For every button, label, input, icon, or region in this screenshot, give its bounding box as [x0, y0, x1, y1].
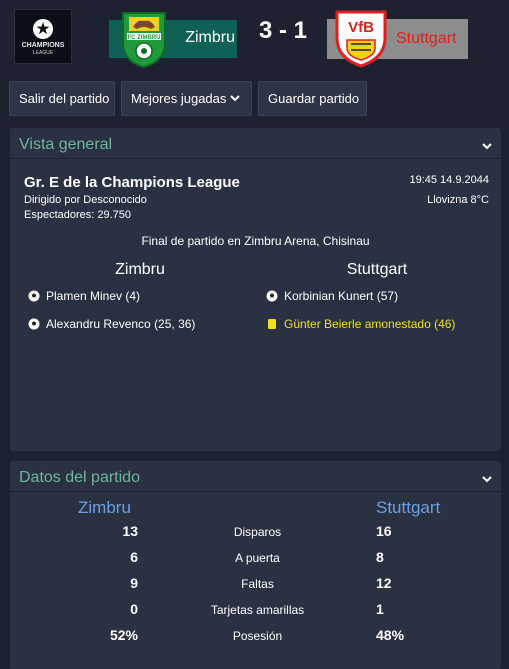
stat-label: Faltas [241, 577, 274, 591]
stat-home-value: 0 [130, 601, 138, 617]
stat-away-value: 1 [376, 601, 384, 617]
stats-title: Datos del partido [19, 469, 140, 486]
match-score: 3 - 1 [258, 17, 308, 44]
exit-match-label: Salir del partido [19, 91, 110, 106]
stat-away-value: 48% [376, 627, 405, 643]
goal-event: Alexandru Revenco (25, 36) [28, 312, 246, 336]
football-icon [28, 318, 40, 330]
competition-logo-subtext: LEAGUE [32, 49, 54, 56]
stuttgart-crest-icon: VfB [335, 10, 387, 68]
competition-logo-text: CHAMPIONS [21, 41, 65, 49]
stat-home-value: 6 [130, 549, 138, 565]
overview-away-team: Stuttgart [346, 261, 408, 278]
starball-icon [33, 18, 53, 39]
highlights-label: Mejores jugadas [131, 91, 227, 106]
collapse-stats-icon[interactable] [481, 473, 493, 485]
stat-label: A puerta [235, 551, 280, 565]
highlights-dropdown[interactable]: Mejores jugadas [121, 81, 252, 116]
stat-row: 52% Posesión 48% [10, 624, 501, 650]
chevron-down-icon [230, 95, 240, 102]
referee-text: Dirigido por Desconocido [24, 194, 147, 206]
stat-row: 13 Disparos 16 [10, 520, 501, 546]
home-crest-text: FC ZIMBRU [128, 35, 161, 41]
away-crest-text: VfB [348, 19, 374, 36]
stat-away-value: 8 [376, 549, 384, 565]
booking-event: Günter Beierle amonestado (46) [266, 312, 488, 336]
competition-stage-title: Gr. E de la Champions League [24, 174, 240, 191]
goal-event: Plamen Minev (4) [28, 284, 246, 308]
weather-text: Llovizna 8°C [427, 194, 489, 206]
stats-home-team: Zimbru [78, 498, 131, 517]
stat-away-value: 12 [376, 575, 392, 591]
stat-home-value: 52% [109, 627, 138, 643]
overview-divider [10, 158, 501, 159]
goal-event-text: Alexandru Revenco (25, 36) [46, 317, 196, 331]
attendance-text: Espectadores: 29.750 [24, 209, 132, 221]
collapse-overview-icon[interactable] [481, 140, 493, 152]
match-summary: Final de partido en Zimbru Arena, Chisin… [141, 234, 370, 248]
stat-label: Disparos [233, 525, 282, 539]
home-team-name: Zimbru [185, 29, 235, 46]
stat-row: 0 Tarjetas amarillas 1 [10, 598, 501, 624]
save-match-button[interactable]: Guardar partido [258, 81, 367, 116]
stat-row: 6 A puerta 8 [10, 546, 501, 572]
stat-home-value: 13 [122, 523, 138, 539]
exit-match-button[interactable]: Salir del partido [9, 81, 115, 116]
match-toolbar: Salir del partido Mejores jugadas Guarda… [0, 80, 509, 118]
stat-label: Tarjetas amarillas [210, 603, 305, 617]
goal-event-text: Korbinian Kunert (57) [284, 289, 399, 303]
zimbru-crest-icon: FC ZIMBRU [122, 12, 166, 69]
stat-away-value: 16 [376, 523, 392, 539]
stat-home-value: 9 [130, 575, 138, 591]
champions-league-logo: CHAMPIONS LEAGUE [14, 9, 72, 64]
overview-title: Vista general [19, 136, 113, 153]
stat-row: 9 Faltas 12 [10, 572, 501, 598]
football-icon [266, 290, 278, 302]
away-team-name: Stuttgart [396, 30, 457, 47]
match-stats-panel: Datos del partido Zimbru Stuttgart 13 Di… [10, 461, 501, 669]
overview-home-team: Zimbru [115, 261, 165, 278]
yellow-card-icon [268, 319, 276, 329]
football-icon [28, 290, 40, 302]
stats-divider [10, 491, 501, 492]
goal-event: Korbinian Kunert (57) [266, 284, 488, 308]
match-header: CHAMPIONS LEAGUE FC ZIMBRU Zimbru 3 - 1 … [0, 0, 509, 80]
goal-event-text: Plamen Minev (4) [46, 289, 141, 303]
match-datetime: 19:45 14.9.2044 [409, 174, 489, 186]
overview-panel: Vista general Gr. E de la Champions Leag… [10, 128, 501, 451]
stats-away-team: Stuttgart [376, 498, 441, 517]
booking-event-text: Günter Beierle amonestado (46) [284, 317, 456, 331]
stat-label: Posesión [232, 629, 283, 643]
save-match-label: Guardar partido [268, 91, 360, 106]
